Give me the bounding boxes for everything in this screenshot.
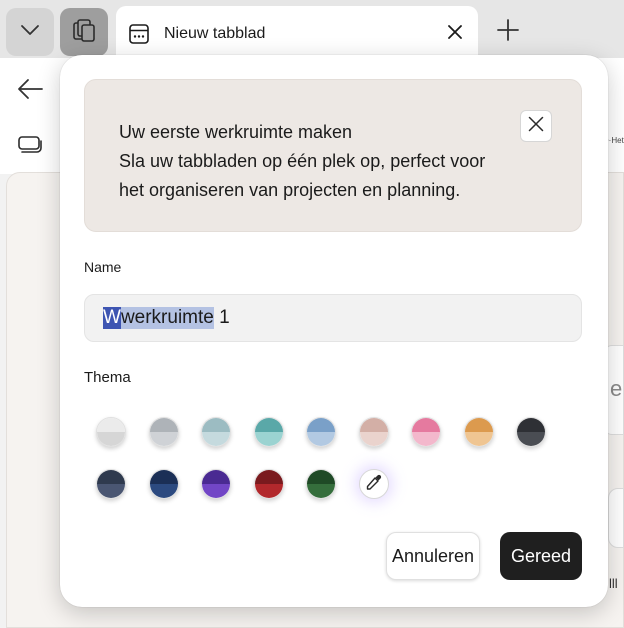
swatch-bottom bbox=[412, 432, 440, 446]
theme-swatch-red[interactable] bbox=[253, 469, 284, 499]
theme-swatch-pink[interactable] bbox=[411, 417, 441, 447]
eyedropper-icon bbox=[365, 473, 383, 496]
workspaces-button[interactable] bbox=[60, 8, 108, 56]
tab-actions-button[interactable] bbox=[6, 8, 54, 56]
swatch-top bbox=[464, 418, 493, 432]
swatch-top bbox=[202, 418, 230, 432]
swatch-bottom bbox=[202, 432, 230, 446]
name-selection-start: W bbox=[103, 307, 121, 329]
swatch-top bbox=[307, 470, 335, 484]
close-icon[interactable] bbox=[442, 19, 468, 45]
swatch-bottom bbox=[307, 432, 335, 446]
swatch-top bbox=[307, 418, 335, 432]
create-workspace-dialog: Uw eerste werkruimte maken Sla uw tabbla… bbox=[60, 55, 608, 607]
swatch-bottom bbox=[97, 432, 125, 446]
swatch-top bbox=[97, 418, 125, 432]
swatch-bottom bbox=[202, 484, 230, 498]
theme-swatch-orange[interactable] bbox=[463, 417, 494, 447]
swatch-bottom bbox=[464, 432, 493, 446]
swatch-top bbox=[412, 418, 440, 432]
swatch-bottom bbox=[254, 484, 283, 498]
swatch-bottom bbox=[359, 432, 388, 446]
theme-label: Thema bbox=[84, 369, 131, 386]
name-selection: werkruimte bbox=[120, 307, 214, 329]
background-bars-text: lll bbox=[609, 576, 618, 591]
tab-strip: Nieuw tabblad bbox=[0, 0, 624, 60]
name-rest: 1 bbox=[213, 307, 230, 328]
theme-swatch-navy[interactable] bbox=[148, 469, 179, 499]
theme-swatch-light-blue[interactable] bbox=[306, 417, 336, 447]
swatch-bottom bbox=[517, 432, 545, 446]
banner-close-button[interactable] bbox=[520, 110, 552, 142]
swatch-bottom bbox=[149, 484, 178, 498]
arrow-left-icon bbox=[16, 78, 44, 105]
custom-color-picker-button[interactable] bbox=[358, 469, 389, 499]
theme-swatch-teal[interactable] bbox=[253, 417, 284, 447]
tab-new-tab[interactable]: Nieuw tabblad bbox=[116, 6, 478, 60]
new-tab-page-icon bbox=[127, 22, 151, 46]
theme-swatch-light-gray[interactable] bbox=[96, 417, 126, 447]
swatch-top bbox=[517, 418, 545, 432]
chevron-down-icon bbox=[20, 23, 40, 41]
cancel-button[interactable]: Annuleren bbox=[386, 532, 480, 580]
swatch-top bbox=[202, 470, 230, 484]
swatch-top bbox=[97, 470, 125, 484]
swatch-bottom bbox=[149, 432, 178, 446]
theme-swatch-green[interactable] bbox=[306, 469, 336, 499]
swatch-top bbox=[149, 418, 178, 432]
new-tab-button[interactable] bbox=[490, 14, 526, 50]
swatch-top bbox=[149, 470, 178, 484]
banner-line: het organiseren van projecten en plannin… bbox=[119, 180, 461, 200]
theme-swatch-gray[interactable] bbox=[148, 417, 179, 447]
collections-icon bbox=[17, 134, 43, 159]
banner-title: Uw eerste werkruimte maken bbox=[119, 122, 353, 142]
swatch-bottom bbox=[307, 484, 335, 498]
banner-line: Sla uw tabbladen op één plek op, perfect… bbox=[119, 151, 486, 171]
swatch-top bbox=[254, 418, 283, 432]
swatch-top bbox=[254, 470, 283, 484]
banner-text: Uw eerste werkruimte maken Sla uw tabbla… bbox=[119, 118, 539, 205]
name-label: Name bbox=[84, 259, 122, 275]
back-button[interactable] bbox=[14, 76, 46, 106]
done-button[interactable]: Gereed bbox=[500, 532, 582, 580]
swatch-bottom bbox=[254, 432, 283, 446]
workspace-name-input[interactable]: Wwerkruimte 1 bbox=[84, 294, 582, 342]
workspaces-icon bbox=[70, 16, 98, 49]
background-button bbox=[608, 488, 624, 548]
theme-swatch-rose[interactable] bbox=[358, 417, 389, 447]
close-icon bbox=[528, 116, 544, 137]
swatch-bottom bbox=[97, 484, 125, 498]
swatch-top bbox=[359, 418, 388, 432]
theme-swatch-blue-gray[interactable] bbox=[201, 417, 231, 447]
plus-icon bbox=[496, 18, 520, 47]
tab-title: Nieuw tabblad bbox=[164, 25, 266, 42]
collections-button[interactable] bbox=[16, 134, 44, 158]
theme-swatch-purple[interactable] bbox=[201, 469, 231, 499]
info-banner: Uw eerste werkruimte maken Sla uw tabbla… bbox=[84, 79, 582, 232]
theme-swatch-charcoal[interactable] bbox=[516, 417, 546, 447]
theme-swatch-slate[interactable] bbox=[96, 469, 126, 499]
background-text-char: e bbox=[610, 376, 623, 401]
